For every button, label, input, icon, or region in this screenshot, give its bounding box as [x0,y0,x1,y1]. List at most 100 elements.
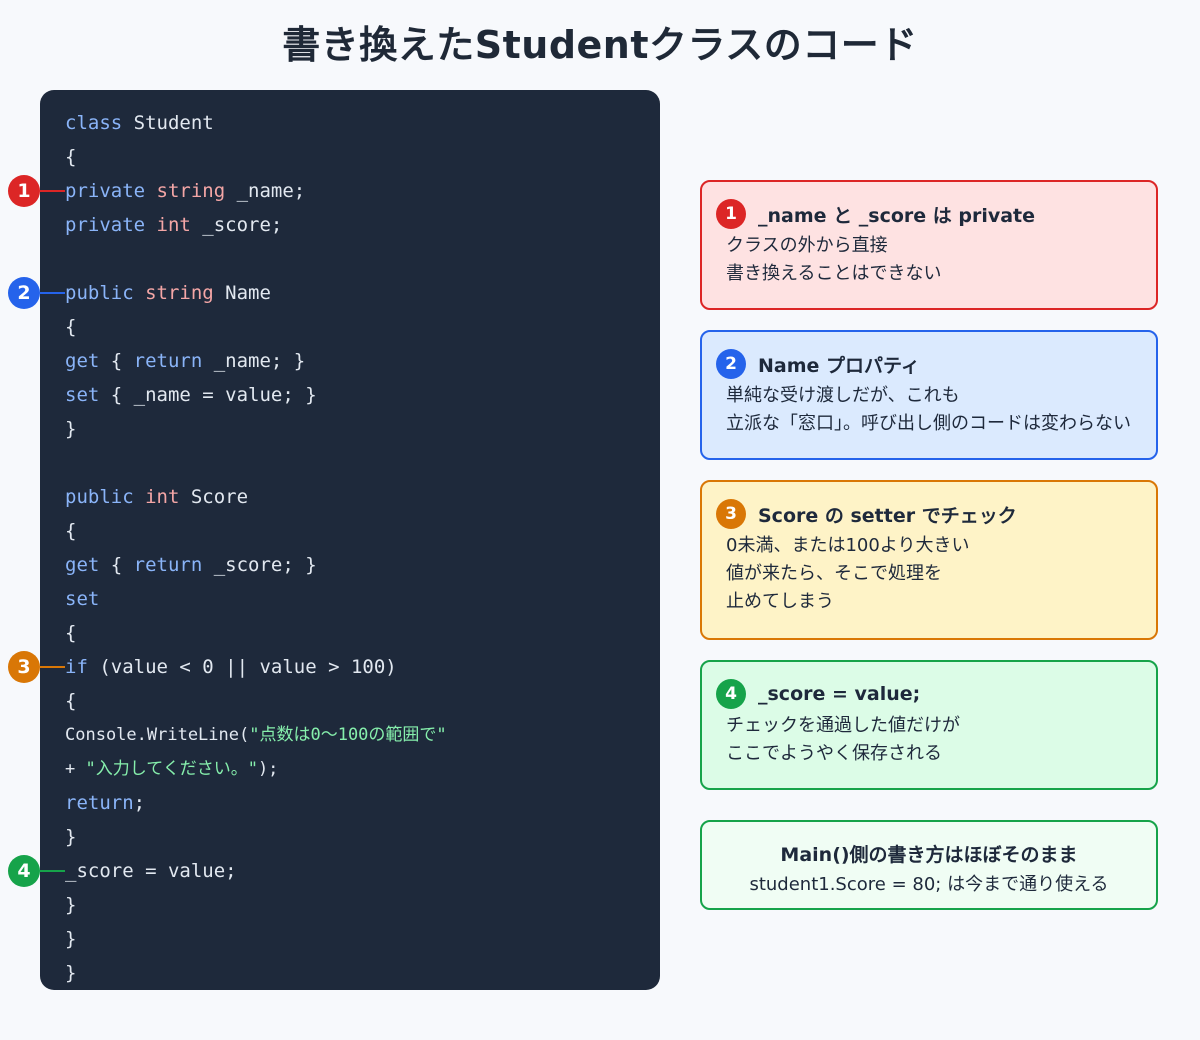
callout-header: 3 Score の setter でチェック [716,498,1017,530]
code-token: } [65,928,77,950]
code-token: public [65,486,134,508]
code-token: Console.WriteLine( [65,725,250,745]
callout-line: ここでようやく保存される [726,743,942,764]
code-token: ; [133,792,146,814]
code-token: + [65,759,86,779]
callout-header: 1 _name と _score は private [716,198,1035,230]
code-line: { [65,618,76,648]
code-line: return; [65,788,145,818]
marker-connector [40,190,65,192]
callout-title: Score の setter でチェック [758,504,1017,527]
code-line: + "入力してください。"); [65,754,278,784]
callout-badge: 2 [716,349,746,379]
code-token: if [65,656,88,678]
code-token: { [65,690,77,712]
code-token: public [65,282,134,304]
code-token: Name [213,282,271,304]
marker-4: 4 [8,855,40,887]
callout-line: 止めてしまう [726,591,834,612]
code-token: "入力してください。" [85,759,258,779]
code-token: } [65,894,77,916]
code-token: get [65,350,100,372]
callout-header: 4 _score = value; [716,678,920,710]
footer-title: Main()側の書き方はほぼそのまま [780,844,1078,866]
code-line: { [65,516,76,546]
code-line: get { return _name; } [65,346,305,376]
callout-line: 立派な「窓口」。呼び出し側のコードは変わらない [726,413,1131,434]
code-line: public string Name [65,278,271,308]
code-token: _name; } [202,350,306,372]
code-token: return [133,350,203,372]
code-line: private int _score; [65,210,282,240]
code-token: Score [179,486,249,508]
code-token: string [156,180,226,202]
code-line: if (value < 0 || value > 100) [65,652,397,682]
callout-2: 2 Name プロパティ 単純な受け渡しだが、これも 立派な「窓口」。呼び出し側のコー… [700,330,1158,460]
code-token: int [145,486,180,508]
code-line: { [65,686,76,716]
code-token: return [133,554,203,576]
code-token: _score = value; [65,860,237,882]
code-token: { [65,622,77,644]
code-token: } [65,418,77,440]
callout-1: 1 _name と _score は private クラスの外から直接書き換えるこ… [700,180,1158,310]
code-token: ); [257,759,279,779]
code-line: set { _name = value; } [65,380,317,410]
callout-title: _name と _score は private [758,204,1036,227]
footer-text: student1.Score = 80; は今まで通り使える [749,874,1109,895]
footer-note: Main()側の書き方はほぼそのまま student1.Score = 80; … [700,820,1158,910]
callout-badge: 3 [716,499,746,529]
code-token: _name; [225,180,306,202]
code-line: { [65,142,76,172]
code-line: _score = value; [65,856,237,886]
code-line: } [65,822,76,852]
callout-body: 単純な受け渡しだが、これも立派な「窓口」。呼び出し側のコードは変わらない [726,382,1131,438]
code-token: _score; } [202,554,317,576]
code-token: get [65,554,100,576]
code-token: { [65,316,77,338]
code-line: class Student [65,108,214,138]
callout-title: _score = value; [758,683,921,705]
callout-line: 0未満、または100より大きい [726,535,970,556]
callout-body: 0未満、または100より大きい 値が来たら、そこで処理を 止めてしまう [726,532,969,616]
code-token: } [65,962,77,984]
callout-3: 3 Score の setter でチェック 0未満、または100より大きい 値が来た… [700,480,1158,640]
code-token: (value < 0 || value > 100) [87,656,397,678]
marker-connector [40,870,65,872]
code-line: } [65,958,76,988]
marker-3: 3 [8,651,40,683]
code-token: set [65,384,100,406]
marker-2: 2 [8,277,40,309]
code-line: get { return _score; } [65,550,317,580]
callout-badge: 4 [716,679,746,709]
code-token: string [145,282,214,304]
code-token: return [65,792,134,814]
code-token: _score; [190,214,283,236]
code-token: class [65,112,123,134]
code-line: set [65,584,99,614]
callout-line: 単純な受け渡しだが、これも [726,385,960,406]
code-token: "点数は0〜100の範囲で" [249,725,447,745]
marker-1: 1 [8,175,40,207]
code-token: { [99,350,134,372]
callout-line: チェックを通過した値だけが [726,715,960,736]
callout-line: 書き換えることはできない [726,263,942,284]
code-token: Student [122,112,214,134]
marker-connector [40,666,65,668]
code-line: } [65,924,76,954]
code-token: set [65,588,100,610]
code-token: private [65,214,146,236]
callout-badge: 1 [716,199,746,229]
code-token: { [99,554,134,576]
code-line: } [65,890,76,920]
code-token: { [65,146,77,168]
marker-connector [40,292,65,294]
page-title: 書き換えたStudentクラスのコード [282,23,918,67]
callout-body: クラスの外から直接書き換えることはできない [726,232,941,288]
code-token: { _name = value; } [99,384,317,406]
callout-line: クラスの外から直接 [726,235,888,256]
